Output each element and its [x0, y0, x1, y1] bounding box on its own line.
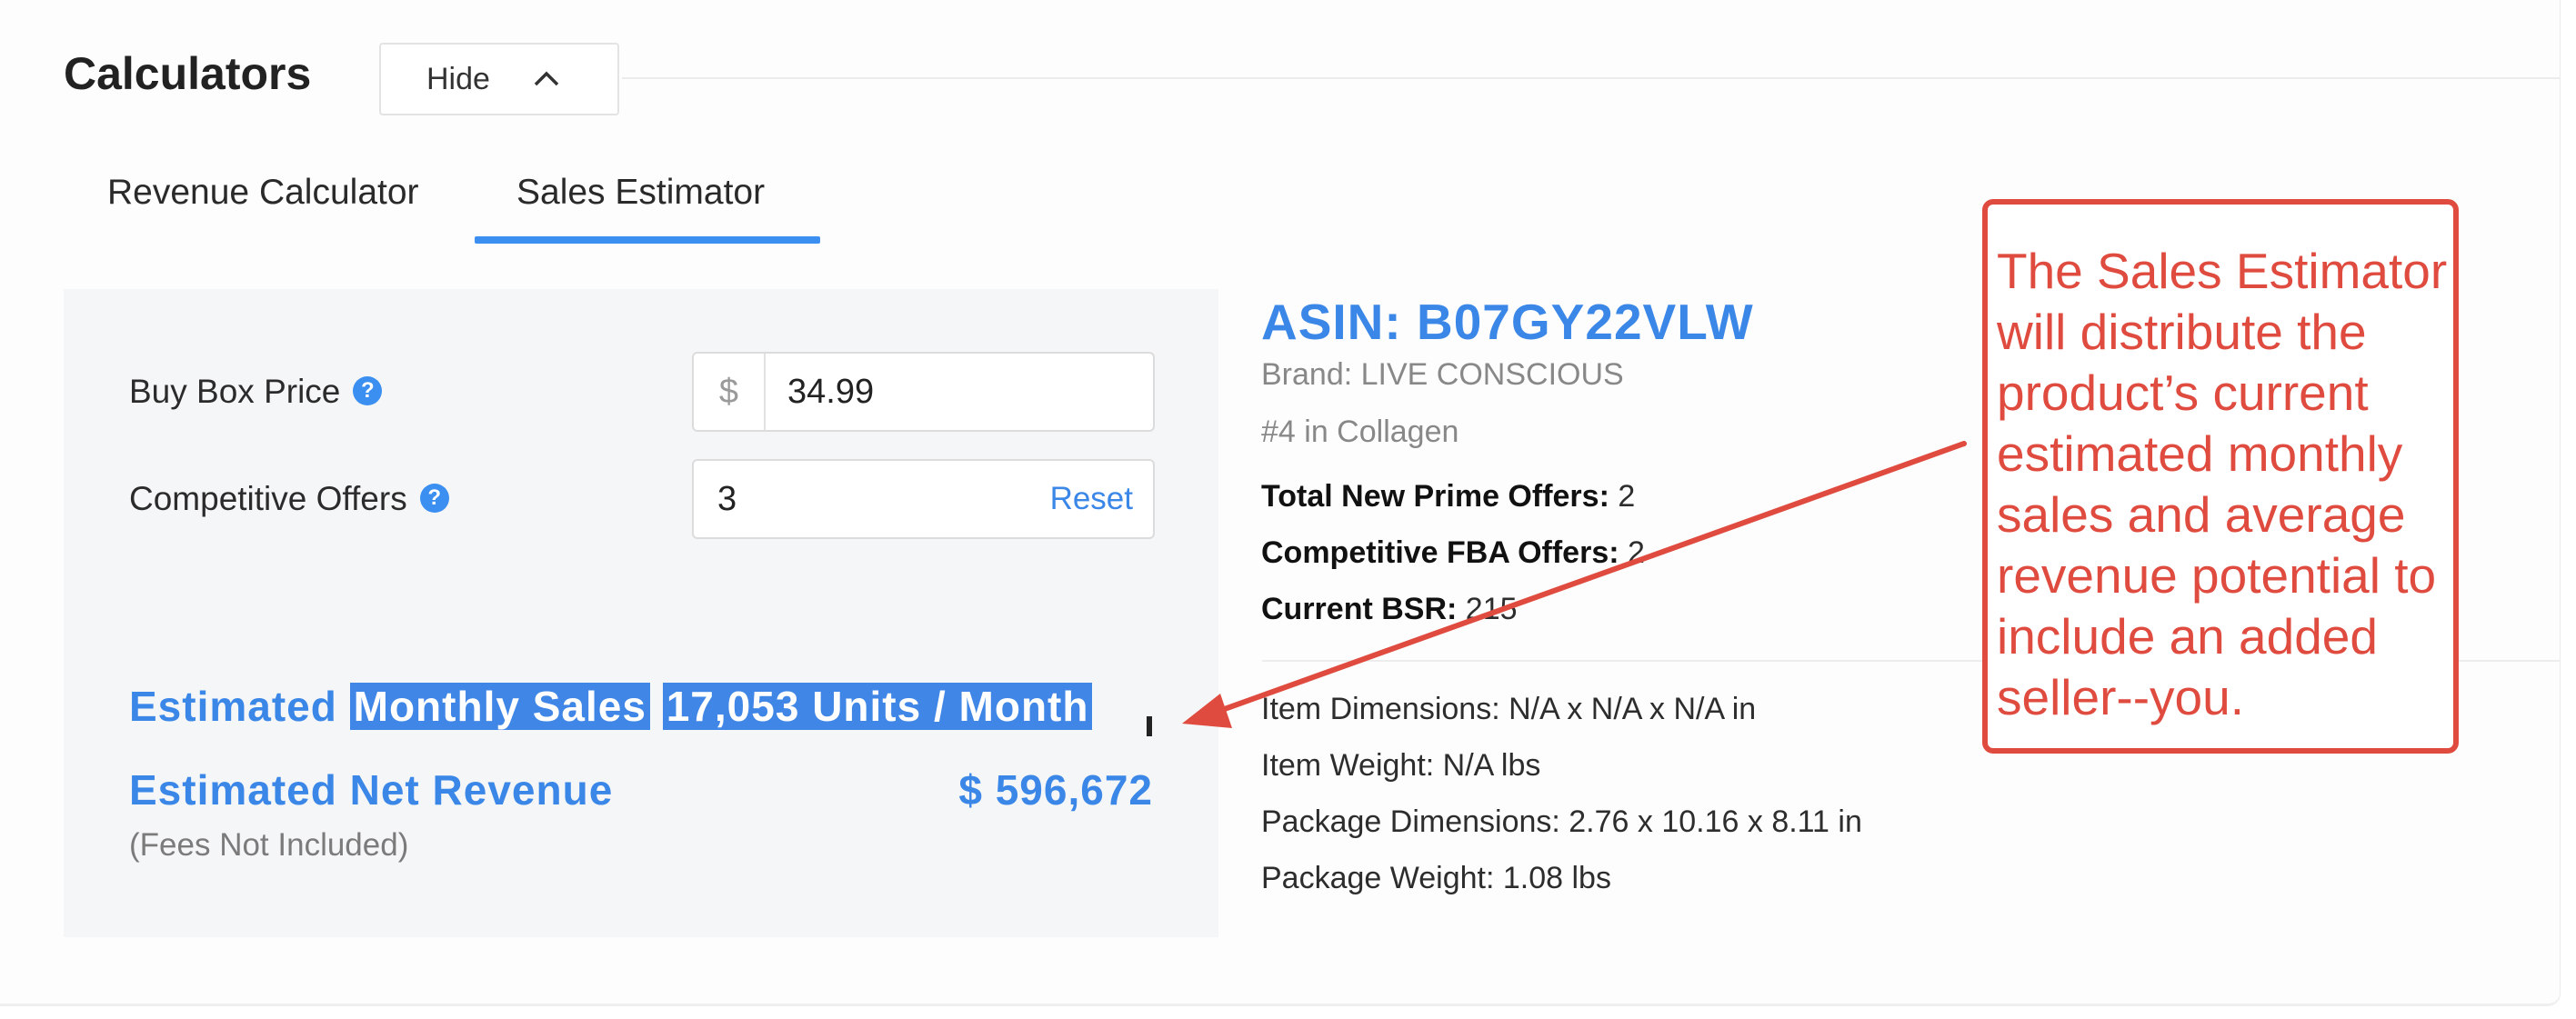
bsr-label: Current BSR:	[1261, 592, 1458, 626]
active-tab-indicator	[475, 236, 820, 244]
item-dimensions: Item Dimensions: N/A x N/A x N/A in	[1261, 692, 1757, 726]
monthly-sales-label: Monthly Sales	[349, 683, 650, 730]
fba-offers-row: Competitive FBA Offers: 2	[1261, 535, 1645, 571]
annotation-text: The Sales Estimator will distribute the …	[1997, 243, 2448, 725]
bsr-row: Current BSR: 215	[1261, 592, 1518, 627]
annotation-callout: The Sales Estimator will distribute the …	[1982, 199, 2459, 754]
tab-sales-estimator[interactable]: Sales Estimator	[516, 173, 765, 213]
prime-offers-label: Total New Prime Offers:	[1261, 479, 1609, 514]
package-weight: Package Weight: 1.08 lbs	[1261, 861, 1611, 895]
buy-box-price-value: 34.99	[787, 373, 875, 411]
competitive-offers-input[interactable]: 3 Reset	[692, 459, 1155, 539]
fba-offers-value: 2	[1628, 535, 1645, 570]
estimated-monthly-sales-row: Estimated Monthly Sales 17,053 Units / M…	[129, 682, 1093, 731]
net-revenue-label: Estimated Net Revenue	[129, 766, 614, 814]
monthly-sales-value: 17,053 Units / Month	[662, 683, 1093, 730]
asin-heading[interactable]: ASIN: B07GY22VLW	[1261, 293, 1754, 351]
currency-symbol: $	[694, 354, 766, 430]
hide-button-label: Hide	[426, 61, 490, 96]
header-divider	[622, 77, 2560, 79]
package-dimensions: Package Dimensions: 2.76 x 10.16 x 8.11 …	[1261, 804, 1862, 839]
reset-link[interactable]: Reset	[1050, 461, 1133, 537]
brand-text: Brand: LIVE CONSCIOUS	[1261, 357, 1624, 392]
estimated-word: Estimated	[129, 683, 337, 730]
net-revenue-value: $ 596,672	[958, 766, 1153, 814]
buy-box-price-label: Buy Box Price?	[129, 373, 383, 411]
fba-offers-label: Competitive FBA Offers:	[1261, 535, 1619, 570]
hide-button[interactable]: Hide	[379, 43, 619, 115]
help-icon[interactable]: ?	[353, 376, 383, 406]
competitive-offers-value: 3	[717, 480, 737, 518]
category-rank: #4 in Collagen	[1261, 415, 1459, 449]
buy-box-price-input[interactable]: $ 34.99	[692, 352, 1155, 432]
bsr-value: 215	[1465, 592, 1518, 626]
tab-revenue-calculator[interactable]: Revenue Calculator	[107, 173, 419, 213]
chevron-up-icon	[534, 71, 559, 86]
text-cursor	[1147, 716, 1152, 736]
prime-offers-row: Total New Prime Offers: 2	[1261, 479, 1635, 514]
prime-offers-value: 2	[1618, 479, 1636, 514]
competitive-offers-text: Competitive Offers	[129, 480, 407, 517]
page-background: Calculators Hide Revenue Calculator Sale…	[0, 0, 2561, 1006]
fees-note: (Fees Not Included)	[129, 827, 409, 863]
page-title: Calculators	[64, 48, 312, 99]
help-icon[interactable]: ?	[419, 484, 449, 514]
buy-box-price-text: Buy Box Price	[129, 373, 341, 410]
item-weight: Item Weight: N/A lbs	[1261, 748, 1541, 783]
competitive-offers-label: Competitive Offers?	[129, 480, 449, 518]
